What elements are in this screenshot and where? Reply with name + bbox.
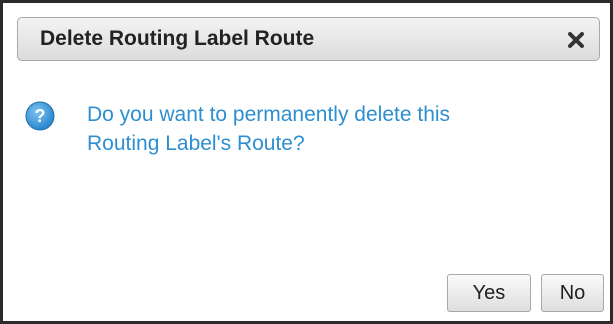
svg-text:?: ? xyxy=(35,106,46,126)
dialog-title: Delete Routing Label Route xyxy=(40,27,315,50)
close-icon[interactable] xyxy=(565,29,587,51)
message-line-2: Routing Label's Route? xyxy=(87,132,305,155)
no-button[interactable]: No xyxy=(541,274,604,312)
dialog-titlebar: Delete Routing Label Route xyxy=(17,17,600,61)
dialog-message: Do you want to permanently delete this R… xyxy=(87,100,567,158)
delete-confirm-dialog: Delete Routing Label Route ? Do you want… xyxy=(0,0,613,324)
question-icon: ? xyxy=(25,101,55,131)
message-line-1: Do you want to permanently delete this xyxy=(87,103,451,126)
yes-button[interactable]: Yes xyxy=(447,274,531,312)
